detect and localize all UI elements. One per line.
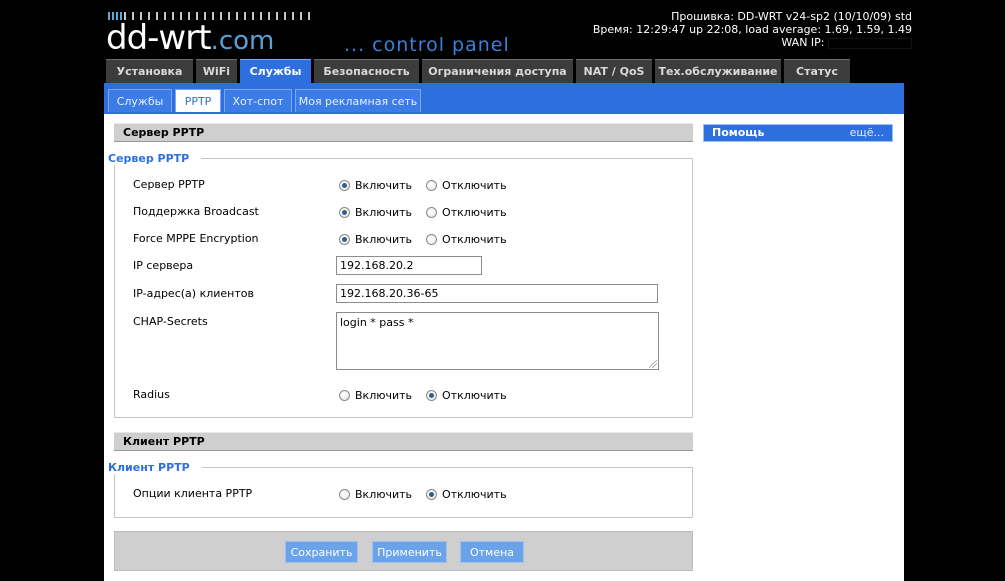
router-info: Прошивка: DD-WRT v24-sp2 (10/10/09) std … bbox=[593, 10, 912, 49]
radio-label-enable: Включить bbox=[355, 389, 413, 402]
tab-administration[interactable]: Тех.обслуживание bbox=[655, 59, 781, 83]
tab-setup[interactable]: Установка bbox=[106, 59, 193, 83]
radio-radius-enable[interactable] bbox=[339, 390, 350, 401]
radio-label-disable: Отключить bbox=[442, 389, 507, 402]
firmware-version: Прошивка: DD-WRT v24-sp2 (10/10/09) std bbox=[671, 10, 912, 23]
radio-group-broadcast: Включить Отключить bbox=[339, 206, 521, 219]
tab-security[interactable]: Безопасность bbox=[314, 59, 419, 83]
radio-label-enable: Включить bbox=[355, 233, 413, 246]
radio-pptp-server-disable[interactable] bbox=[426, 180, 438, 191]
radio-mppe-enable[interactable] bbox=[339, 234, 350, 245]
apply-button[interactable]: Применить bbox=[372, 541, 447, 563]
subtab-my-ad-network[interactable]: Моя рекламная сеть bbox=[295, 89, 421, 112]
main-content: Сервер PPTP Сервер PPTP Сервер PPTP Вклю… bbox=[104, 114, 904, 581]
radio-group-radius: Включить Отключить bbox=[339, 389, 521, 402]
legend-pptp-client: Клиент PPTP bbox=[108, 461, 202, 474]
radio-group-mppe: Включить Отключить bbox=[339, 233, 521, 246]
fieldset-pptp-client: Клиент PPTP Опции клиента PPTP Включить … bbox=[108, 461, 693, 518]
subtab-pptp[interactable]: PPTP bbox=[175, 89, 221, 112]
radio-label-enable: Включить bbox=[355, 206, 413, 219]
help-title: Помощь bbox=[712, 126, 765, 139]
radio-pptp-client-enable[interactable] bbox=[339, 489, 350, 500]
radio-label-enable: Включить bbox=[355, 179, 413, 192]
radio-broadcast-disable[interactable] bbox=[426, 207, 438, 218]
logo: dd-wrt.com bbox=[106, 18, 274, 61]
cancel-button[interactable]: Отмена bbox=[460, 541, 524, 563]
uptime: Время: 12:29:47 up 22:08, load average: … bbox=[592, 23, 912, 36]
chap-secrets-textarea[interactable]: login * pass * bbox=[336, 312, 659, 370]
tab-wifi[interactable]: WiFi bbox=[196, 59, 237, 83]
section-header-pptp-server: Сервер PPTP bbox=[114, 123, 693, 142]
subtab-hotspot[interactable]: Хот-спот bbox=[224, 89, 292, 112]
client-ip-input[interactable]: 192.168.20.36-65 bbox=[336, 284, 658, 303]
subtab-services[interactable]: Службы bbox=[108, 89, 172, 112]
radio-mppe-disable[interactable] bbox=[426, 234, 438, 245]
wan-ip-label: WAN IP: bbox=[781, 36, 825, 49]
resize-grip-icon[interactable] bbox=[649, 360, 657, 368]
radio-pptp-server-enable[interactable] bbox=[339, 180, 350, 191]
logo-main: dd-wrt bbox=[106, 18, 212, 58]
tab-access-restrictions[interactable]: Ограничения доступа bbox=[422, 59, 573, 83]
button-bar: Сохранить Применить Отмена bbox=[114, 531, 693, 571]
label-broadcast-support: Поддержка Broadcast bbox=[133, 205, 259, 218]
radio-pptp-client-disable[interactable] bbox=[426, 489, 438, 500]
radio-label-disable: Отключить bbox=[442, 206, 507, 219]
wan-ip-line: WAN IP: bbox=[593, 36, 912, 49]
radio-label-enable: Включить bbox=[355, 488, 413, 501]
tab-services[interactable]: Службы bbox=[240, 59, 311, 83]
radio-label-disable: Отключить bbox=[442, 179, 507, 192]
help-more-link[interactable]: ещё... bbox=[850, 125, 884, 141]
help-panel: Помощь ещё... bbox=[703, 124, 893, 142]
radio-group-pptp-server: Включить Отключить bbox=[339, 179, 521, 192]
label-client-ips: IP-адрес(а) клиентов bbox=[133, 287, 254, 300]
radio-radius-disable[interactable] bbox=[426, 390, 438, 401]
radio-group-pptp-client: Включить Отключить bbox=[339, 488, 521, 501]
radio-label-disable: Отключить bbox=[442, 488, 507, 501]
label-force-mppe: Force MPPE Encryption bbox=[133, 232, 259, 245]
logo-subtitle: ... control panel bbox=[344, 34, 510, 56]
label-pptp-client-options: Опции клиента PPTP bbox=[133, 487, 253, 500]
server-ip-input[interactable]: 192.168.20.2 bbox=[336, 256, 482, 275]
tab-status[interactable]: Статус bbox=[784, 59, 850, 83]
legend-pptp-server: Сервер PPTP bbox=[108, 152, 202, 165]
label-pptp-server: Сервер PPTP bbox=[133, 178, 205, 191]
wan-ip-redacted bbox=[828, 37, 912, 49]
sub-navigation: Службы PPTP Хот-спот Моя рекламная сеть bbox=[104, 83, 904, 114]
section-header-pptp-client: Клиент PPTP bbox=[114, 432, 693, 451]
logo-suffix: .com bbox=[210, 26, 275, 56]
radio-label-disable: Отключить bbox=[442, 233, 507, 246]
label-server-ip: IP сервера bbox=[133, 259, 194, 272]
tab-nat-qos[interactable]: NAT / QoS bbox=[576, 59, 652, 83]
fieldset-pptp-server: Сервер PPTP Сервер PPTP Включить Отключи… bbox=[108, 152, 693, 418]
main-navigation: Установка WiFi Службы Безопасность Огран… bbox=[104, 59, 904, 83]
label-chap-secrets: CHAP-Secrets bbox=[133, 315, 208, 328]
label-radius: Radius bbox=[133, 388, 170, 401]
chap-secrets-value: login * pass * bbox=[340, 316, 414, 329]
save-button[interactable]: Сохранить bbox=[285, 541, 358, 563]
radio-broadcast-enable[interactable] bbox=[339, 207, 350, 218]
